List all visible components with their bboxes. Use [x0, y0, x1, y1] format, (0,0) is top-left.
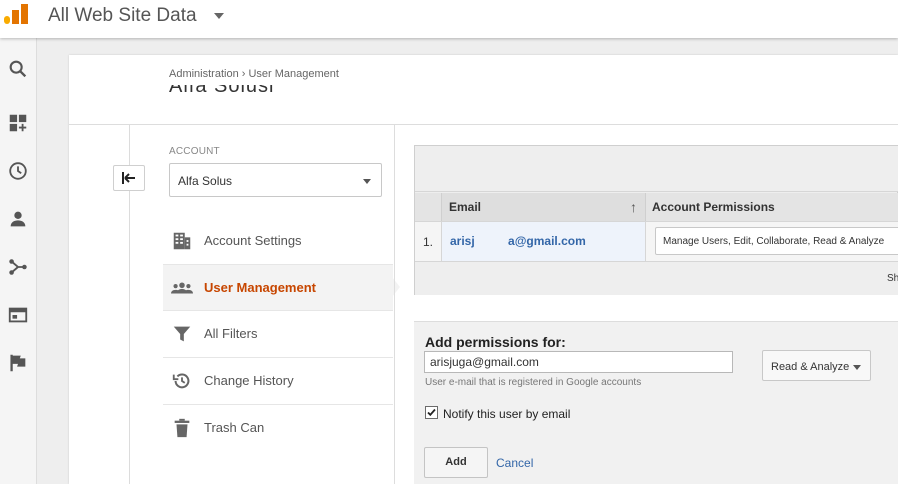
- notify-checkbox[interactable]: [425, 406, 438, 419]
- left-nav-rail: [0, 38, 37, 484]
- nav-item-change-history[interactable]: Change History: [163, 357, 393, 403]
- redaction-mask: [232, 170, 262, 190]
- sort-ascending-icon[interactable]: ↑: [630, 199, 637, 215]
- audience-person-icon[interactable]: [7, 208, 29, 230]
- account-selector-value: Alfa Solusi: [178, 174, 235, 188]
- header-row-number: [415, 193, 441, 221]
- role-select[interactable]: Read & Analyze: [762, 350, 871, 381]
- behavior-icon[interactable]: [7, 304, 29, 326]
- add-permissions-title: Add permissions for:: [425, 334, 566, 350]
- conversions-flag-icon[interactable]: [7, 352, 29, 374]
- add-button[interactable]: Add: [424, 447, 488, 478]
- nav-item-all-filters[interactable]: All Filters: [163, 310, 393, 356]
- nav-item-label: Trash Can: [204, 420, 265, 435]
- history-icon: [171, 370, 193, 392]
- filter-icon: [171, 323, 193, 345]
- table-row: 1. arisj a@gmail.com Manage Users, Edit,…: [415, 221, 898, 261]
- user-email-link[interactable]: arisj a@gmail.com: [450, 234, 586, 248]
- page-title: Alfa Solusi: [169, 85, 275, 97]
- email-hint: User e-mail that is registered in Google…: [425, 377, 642, 388]
- search-icon[interactable]: [7, 58, 29, 80]
- trash-icon: [171, 417, 193, 439]
- nav-item-label: User Management: [204, 280, 316, 295]
- notify-label[interactable]: Notify this user by email: [443, 407, 570, 421]
- nav-item-account-settings[interactable]: Account Settings: [163, 218, 393, 264]
- column-header-email[interactable]: Email ↑: [441, 193, 646, 221]
- customization-icon[interactable]: [7, 112, 29, 134]
- cancel-link[interactable]: Cancel: [496, 456, 533, 470]
- permissions-select[interactable]: Manage Users, Edit, Collaborate, Read & …: [655, 227, 898, 255]
- building-icon: [171, 230, 193, 252]
- analytics-logo-icon[interactable]: [4, 4, 30, 26]
- acquisition-icon[interactable]: [7, 256, 29, 278]
- chevron-down-icon[interactable]: [214, 13, 224, 19]
- table-footer: Sh: [415, 261, 898, 295]
- column-divider: [394, 125, 395, 484]
- email-field[interactable]: [424, 351, 733, 373]
- nav-item-label: Account Settings: [204, 233, 302, 248]
- realtime-clock-icon[interactable]: [7, 160, 29, 182]
- admin-panel: Administration › User Management Alfa So…: [69, 55, 898, 484]
- show-rows-label[interactable]: Sh: [887, 273, 898, 284]
- nav-item-label: Change History: [204, 373, 294, 388]
- nav-item-trash-can[interactable]: Trash Can: [163, 404, 393, 450]
- account-selector[interactable]: Alfa Solusi: [169, 163, 382, 197]
- account-view-selector[interactable]: All Web Site Data: [48, 5, 197, 27]
- checkmark-icon: [427, 408, 436, 417]
- back-arrow-icon: [122, 172, 135, 184]
- top-bar: All Web Site Data: [0, 0, 898, 38]
- add-permissions-section: Add permissions for: User e-mail that is…: [414, 321, 898, 484]
- nav-item-label: All Filters: [204, 326, 258, 341]
- email-cell: arisj a@gmail.com: [441, 222, 646, 261]
- chevron-down-icon[interactable]: [363, 179, 371, 184]
- nav-item-user-management[interactable]: User Management: [163, 264, 393, 310]
- account-label: ACCOUNT: [169, 146, 220, 157]
- users-table: Email ↑ Account Permissions 1. arisj a@g…: [414, 145, 898, 295]
- row-number: 1.: [423, 235, 434, 249]
- chevron-down-icon[interactable]: [853, 365, 861, 370]
- column-header-permissions[interactable]: Account Permissions: [646, 193, 898, 221]
- header-divider: [69, 124, 898, 125]
- breadcrumb[interactable]: Administration › User Management: [169, 68, 339, 80]
- users-icon: [171, 277, 193, 299]
- table-header: Email ↑ Account Permissions: [415, 193, 898, 221]
- table-toolbar: [415, 146, 898, 192]
- back-button[interactable]: [113, 165, 145, 191]
